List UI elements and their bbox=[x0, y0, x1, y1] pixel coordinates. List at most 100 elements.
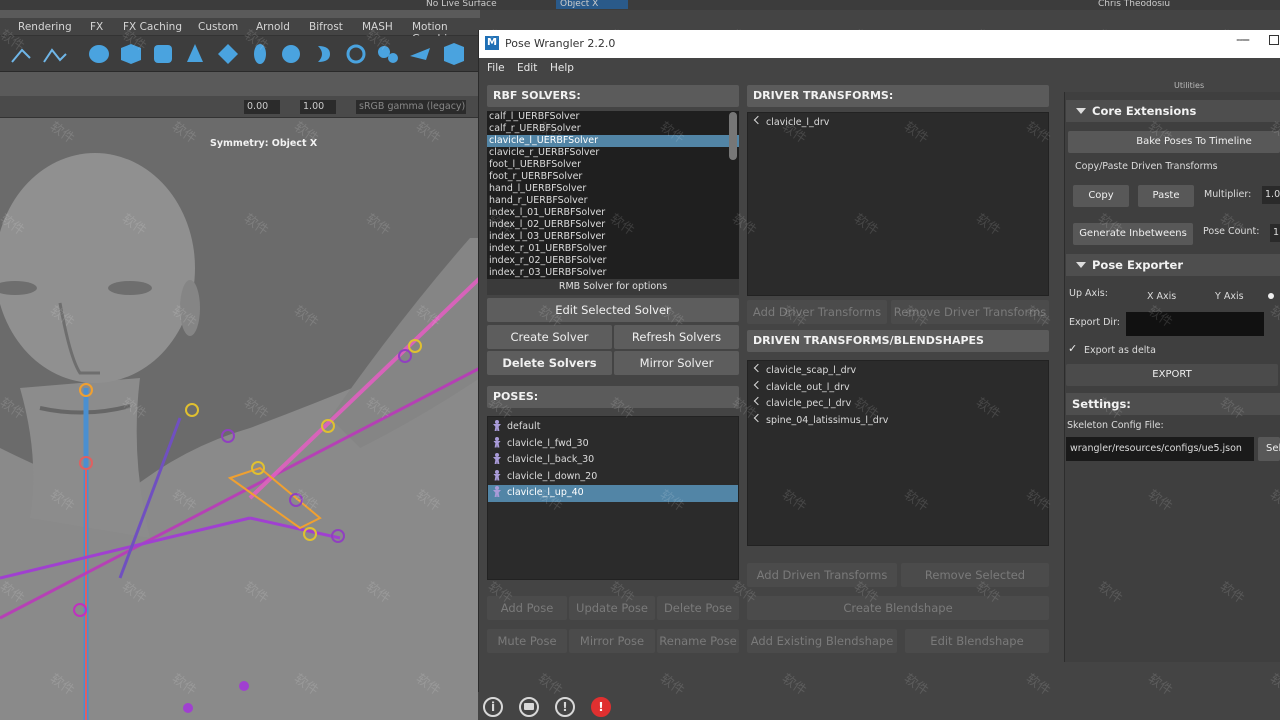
export-as-delta-checkbox[interactable]: ✓ bbox=[1068, 343, 1080, 355]
shelf-tab-bifrost[interactable]: Bifrost bbox=[309, 21, 343, 33]
object-field[interactable]: Object X bbox=[556, 0, 629, 9]
rbf-solver-item[interactable]: index_r_02_UERBFSolver bbox=[487, 255, 739, 267]
rbf-solver-item[interactable]: index_l_01_UERBFSolver bbox=[487, 207, 739, 219]
pose-count-field[interactable]: 1 bbox=[1270, 224, 1280, 242]
driver-transform-list[interactable]: clavicle_l_drv bbox=[747, 112, 1049, 296]
minimize-button[interactable]: — bbox=[1233, 32, 1253, 48]
warning-icon[interactable]: ! bbox=[555, 697, 575, 717]
pose-figure-icon bbox=[492, 420, 502, 431]
edit-selected-solver-button[interactable]: Edit Selected Solver bbox=[487, 298, 739, 322]
mute-pose-button[interactable]: Mute Pose bbox=[487, 629, 567, 653]
rbf-solver-item[interactable]: foot_l_UERBFSolver bbox=[487, 159, 739, 171]
add-pose-button[interactable]: Add Pose bbox=[487, 596, 567, 620]
maya-top-strip: No Live Surface Object X Chris Theodosiu bbox=[0, 0, 1280, 10]
error-icon[interactable]: ! bbox=[591, 697, 611, 717]
add-driven-transforms-button[interactable]: Add Driven Transforms bbox=[747, 563, 897, 587]
export-dir-label: Export Dir: bbox=[1069, 317, 1121, 328]
rbf-solver-item[interactable]: index_l_02_UERBFSolver bbox=[487, 219, 739, 231]
export-button[interactable]: EXPORT bbox=[1066, 364, 1278, 386]
driven-transform-item[interactable]: clavicle_pec_l_drv bbox=[748, 396, 1048, 413]
rbf-solver-item[interactable]: calf_r_UERBFSolver bbox=[487, 123, 739, 135]
shelf-tab-fx[interactable]: FX bbox=[90, 21, 103, 33]
mirror-solver-button[interactable]: Mirror Solver bbox=[614, 351, 739, 375]
pose-item[interactable]: clavicle_l_fwd_30 bbox=[488, 436, 738, 453]
bake-poses-button[interactable]: Bake Poses To Timeline bbox=[1068, 131, 1280, 153]
menu-edit[interactable]: Edit bbox=[517, 62, 537, 74]
pose-item[interactable]: clavicle_l_back_30 bbox=[488, 452, 738, 469]
pose-item[interactable]: default bbox=[488, 419, 738, 436]
driven-transform-item[interactable]: spine_04_latissimus_l_drv bbox=[748, 413, 1048, 430]
shelf-tab-fx-caching[interactable]: FX Caching bbox=[123, 21, 182, 33]
user-account[interactable]: Chris Theodosiu bbox=[1098, 0, 1170, 9]
rbf-solver-list[interactable]: calf_l_UERBFSolver calf_r_UERBFSolver clav… bbox=[487, 111, 739, 279]
core-extensions-header[interactable]: Core Extensions bbox=[1066, 100, 1280, 122]
select-config-button[interactable]: Sel bbox=[1258, 437, 1280, 461]
rbf-solver-item[interactable]: hand_r_UERBFSolver bbox=[487, 195, 739, 207]
create-blendshape-button[interactable]: Create Blendshape bbox=[747, 596, 1049, 620]
rbf-solver-item[interactable]: index_r_01_UERBFSolver bbox=[487, 243, 739, 255]
delete-solvers-button[interactable]: Delete Solvers bbox=[487, 351, 612, 375]
y-axis-radio-icon[interactable] bbox=[1268, 293, 1274, 299]
shelf-tab-mash[interactable]: MASH bbox=[362, 21, 393, 33]
menu-help[interactable]: Help bbox=[550, 62, 574, 74]
rbf-list-scrollbar[interactable] bbox=[729, 112, 737, 160]
pose-item[interactable]: clavicle_l_down_20 bbox=[488, 469, 738, 486]
driver-transform-label: clavicle_l_drv bbox=[766, 117, 830, 128]
driven-transform-list[interactable]: clavicle_scap_l_drv clavicle_out_l_drv cla… bbox=[747, 360, 1049, 546]
y-axis-option[interactable]: Y Axis bbox=[1215, 291, 1244, 302]
generate-inbetweens-button[interactable]: Generate Inbetweens bbox=[1073, 223, 1193, 245]
export-dir-field[interactable] bbox=[1126, 312, 1264, 336]
edit-blendshape-button[interactable]: Edit Blendshape bbox=[905, 629, 1049, 653]
maximize-button[interactable] bbox=[1269, 35, 1279, 45]
remove-driver-transforms-button[interactable]: Remove Driver Transforms bbox=[891, 300, 1049, 324]
pose-figure-icon bbox=[492, 436, 502, 448]
title-bar[interactable]: M Pose Wrangler 2.2.0 — bbox=[479, 30, 1280, 58]
refresh-solvers-button[interactable]: Refresh Solvers bbox=[614, 325, 739, 349]
info-icon[interactable]: i bbox=[483, 697, 503, 717]
pose-figure-icon bbox=[492, 453, 502, 464]
add-existing-blendshape-button[interactable]: Add Existing Blendshape bbox=[747, 629, 897, 653]
pose-exporter-header[interactable]: Pose Exporter bbox=[1066, 254, 1280, 276]
add-driver-transforms-button[interactable]: Add Driver Transforms bbox=[747, 300, 887, 324]
up-axis-label: Up Axis: bbox=[1069, 288, 1108, 299]
update-pose-button[interactable]: Update Pose bbox=[569, 596, 655, 620]
driven-transform-item[interactable]: clavicle_scap_l_drv bbox=[748, 363, 1048, 380]
viewport-value-a[interactable]: 0.00 bbox=[244, 100, 280, 114]
shelf-tab-custom[interactable]: Custom bbox=[198, 21, 238, 33]
viewport-value-b[interactable]: 1.00 bbox=[300, 100, 336, 114]
driver-transform-item[interactable]: clavicle_l_drv bbox=[748, 115, 1048, 132]
mirror-pose-button[interactable]: Mirror Pose bbox=[569, 629, 655, 653]
shelf-tab-rendering[interactable]: Rendering bbox=[18, 21, 72, 33]
x-axis-option[interactable]: X Axis bbox=[1147, 291, 1176, 302]
colorspace-field[interactable]: sRGB gamma (legacy) bbox=[356, 100, 466, 114]
message-icon[interactable] bbox=[519, 697, 539, 717]
rename-pose-button[interactable]: Rename Pose bbox=[657, 629, 739, 653]
multiplier-field[interactable]: 1.0 bbox=[1262, 186, 1280, 204]
rbf-solver-item[interactable]: calf_l_UERBFSolver bbox=[487, 111, 739, 123]
pose-list[interactable]: default clavicle_l_fwd_30 clavicle_l_back_… bbox=[487, 416, 739, 580]
collapse-arrow-icon bbox=[1076, 108, 1086, 114]
skeleton-config-field[interactable]: wrangler/resources/configs/ue5.json bbox=[1066, 437, 1254, 461]
create-solver-button[interactable]: Create Solver bbox=[487, 325, 612, 349]
rbf-solver-item[interactable]: foot_r_UERBFSolver bbox=[487, 171, 739, 183]
rbf-solver-item[interactable]: clavicle_l_UERBFSolver bbox=[487, 135, 739, 147]
rbf-solver-item[interactable]: clavicle_r_UERBFSolver bbox=[487, 147, 739, 159]
delete-pose-button[interactable]: Delete Pose bbox=[657, 596, 739, 620]
driven-transform-item[interactable]: clavicle_out_l_drv bbox=[748, 380, 1048, 397]
maya-viewport[interactable] bbox=[0, 118, 480, 720]
remove-selected-button[interactable]: Remove Selected bbox=[901, 563, 1049, 587]
character-rig-illustration bbox=[0, 153, 480, 720]
menu-file[interactable]: File bbox=[487, 62, 505, 74]
paste-button[interactable]: Paste bbox=[1138, 185, 1194, 207]
copy-button[interactable]: Copy bbox=[1073, 185, 1129, 207]
maya-window: Rendering FX FX Caching Custom Arnold Bi… bbox=[0, 0, 480, 720]
driven-transforms-header: DRIVEN TRANSFORMS/BLENDSHAPES bbox=[747, 330, 1049, 352]
rbf-solver-item[interactable]: index_l_03_UERBFSolver bbox=[487, 231, 739, 243]
rbf-solver-item[interactable]: index_r_03_UERBFSolver bbox=[487, 267, 739, 279]
shelf-icons bbox=[11, 43, 464, 65]
rbf-solver-item[interactable]: hand_l_UERBFSolver bbox=[487, 183, 739, 195]
live-surface-label: No Live Surface bbox=[426, 0, 497, 9]
pose-item[interactable]: clavicle_l_up_40 bbox=[488, 485, 738, 502]
shelf-tab-arnold[interactable]: Arnold bbox=[256, 21, 290, 33]
settings-header: Settings: bbox=[1066, 393, 1280, 415]
